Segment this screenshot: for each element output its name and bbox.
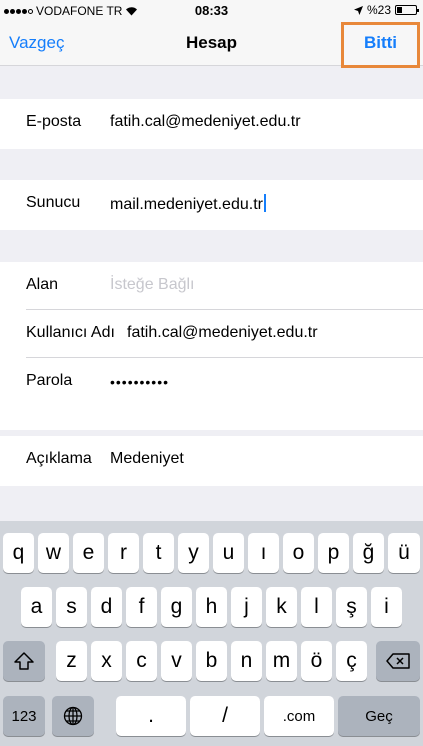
key-s-cedilla[interactable]: ş [336, 587, 367, 627]
description-label: Açıklama [26, 450, 92, 467]
key-w[interactable]: w [38, 533, 69, 573]
numbers-key[interactable]: 123 [3, 696, 45, 736]
key-r[interactable]: r [108, 533, 139, 573]
text-cursor [263, 194, 266, 212]
backspace-icon [386, 653, 410, 669]
globe-key[interactable] [52, 696, 94, 736]
globe-icon [63, 706, 83, 726]
server-value: mail.medeniyet.edu.tr [110, 196, 263, 213]
key-u-umlaut[interactable]: ü [388, 533, 420, 573]
password-label: Parola [26, 372, 73, 389]
server-row[interactable]: Sunucu mail.medeniyet.edu.tr [0, 180, 423, 230]
email-label: E-posta [26, 113, 82, 130]
dot-com-key[interactable]: .com [264, 696, 334, 736]
shift-icon [14, 652, 34, 670]
delete-key[interactable] [376, 641, 420, 681]
dot-key[interactable]: . [116, 696, 186, 736]
key-c[interactable]: c [126, 641, 157, 681]
server-label: Sunucu [26, 194, 81, 211]
key-i[interactable]: i [371, 587, 402, 627]
battery-percent: %23 [366, 3, 391, 17]
domain-label: Alan [26, 276, 59, 293]
username-field[interactable]: fatih.cal@medeniyet.edu.tr [127, 324, 318, 342]
description-row[interactable]: Açıklama Medeniyet [0, 436, 423, 486]
domain-row[interactable]: Alan İsteğe Bağlı [0, 262, 423, 308]
username-label: Kullanıcı Adı [26, 324, 115, 341]
password-field[interactable]: •••••••••• [110, 374, 169, 390]
key-u[interactable]: u [213, 533, 244, 573]
keyboard: q w e r t y u ı o p ğ ü a s d f g h j k … [0, 521, 423, 746]
key-c-cedilla[interactable]: ç [336, 641, 367, 681]
key-q[interactable]: q [3, 533, 34, 573]
shift-key[interactable] [3, 641, 45, 681]
account-details-group: Alan İsteğe Bağlı Kullanıcı Adı fatih.ca… [0, 262, 423, 430]
status-right: %23 [353, 3, 419, 17]
battery-icon [395, 5, 419, 15]
key-k[interactable]: k [266, 587, 297, 627]
key-y[interactable]: y [178, 533, 209, 573]
location-arrow-icon [353, 5, 363, 15]
key-g-breve[interactable]: ğ [353, 533, 384, 573]
key-o[interactable]: o [283, 533, 314, 573]
key-m[interactable]: m [266, 641, 297, 681]
key-x[interactable]: x [91, 641, 122, 681]
key-h[interactable]: h [196, 587, 227, 627]
key-z[interactable]: z [56, 641, 87, 681]
key-t[interactable]: t [143, 533, 174, 573]
domain-field[interactable]: İsteğe Bağlı [110, 276, 195, 294]
done-button[interactable]: Bitti [341, 22, 420, 68]
key-g[interactable]: g [161, 587, 192, 627]
status-bar: VODAFONE TR 08:33 %23 [0, 0, 423, 22]
username-row[interactable]: Kullanıcı Adı fatih.cal@medeniyet.edu.tr [0, 310, 423, 356]
key-o-umlaut[interactable]: ö [301, 641, 332, 681]
key-n[interactable]: n [231, 641, 262, 681]
key-l[interactable]: l [301, 587, 332, 627]
slash-key[interactable]: / [190, 696, 260, 736]
email-row[interactable]: E-posta fatih.cal@medeniyet.edu.tr [0, 99, 423, 149]
email-field[interactable]: fatih.cal@medeniyet.edu.tr [110, 113, 301, 131]
key-a[interactable]: a [21, 587, 52, 627]
key-f[interactable]: f [126, 587, 157, 627]
key-p[interactable]: p [318, 533, 349, 573]
navigation-bar: Vazgeç Hesap Bitti [0, 22, 423, 68]
key-j[interactable]: j [231, 587, 262, 627]
key-v[interactable]: v [161, 641, 192, 681]
key-dotless-i[interactable]: ı [248, 533, 279, 573]
server-field[interactable]: mail.medeniyet.edu.tr [110, 194, 266, 214]
key-d[interactable]: d [91, 587, 122, 627]
key-s[interactable]: s [56, 587, 87, 627]
key-e[interactable]: e [73, 533, 104, 573]
key-b[interactable]: b [196, 641, 227, 681]
return-key[interactable]: Geç [338, 696, 420, 736]
password-row[interactable]: Parola •••••••••• [0, 358, 423, 404]
description-field[interactable]: Medeniyet [110, 450, 184, 468]
